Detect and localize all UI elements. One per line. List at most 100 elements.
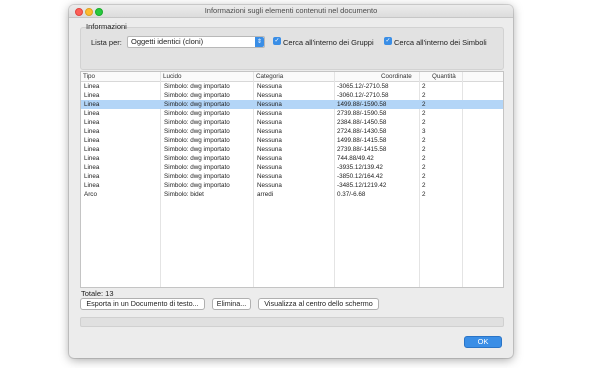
select-stepper-icon: ⇕ bbox=[255, 37, 264, 47]
cell-tipo: Linea bbox=[84, 146, 100, 153]
cell-lucido: Simbolo: dwg importato bbox=[164, 164, 230, 171]
col-header-coordinate[interactable]: Coordinate bbox=[381, 73, 412, 80]
cell-tipo: Linea bbox=[84, 119, 100, 126]
table-row[interactable]: Arco Simbolo: bidet arredi 0.37/-6.68 2 bbox=[81, 190, 503, 199]
cell-coordinate: -3060.12/-2710.58 bbox=[337, 92, 389, 99]
center-view-button[interactable]: Visualizza al centro dello schermo bbox=[258, 298, 379, 310]
cell-categoria: Nessuna bbox=[257, 92, 282, 99]
lista-per-select[interactable]: Oggetti identici (cloni) ⇕ bbox=[127, 36, 265, 48]
cell-tipo: Linea bbox=[84, 101, 100, 108]
cell-lucido: Simbolo: dwg importato bbox=[164, 137, 230, 144]
table-row[interactable]: Linea Simbolo: dwg importato Nessuna 2739.8… bbox=[81, 109, 503, 118]
table-row[interactable]: Linea Simbolo: dwg importato Nessuna 744.88… bbox=[81, 154, 503, 163]
cell-categoria: Nessuna bbox=[257, 101, 282, 108]
cell-categoria: Nessuna bbox=[257, 110, 282, 117]
export-text-button[interactable]: Esporta in un Documento di testo... bbox=[80, 298, 205, 310]
col-header-categoria[interactable]: Categoria bbox=[256, 73, 283, 80]
cell-tipo: Arco bbox=[84, 191, 97, 198]
table-row[interactable]: Linea Simbolo: dwg importato Nessuna -3850.… bbox=[81, 172, 503, 181]
info-group-box bbox=[80, 27, 504, 70]
cell-coordinate: 0.37/-6.68 bbox=[337, 191, 366, 198]
cell-categoria: Nessuna bbox=[257, 128, 282, 135]
progress-bar bbox=[80, 317, 504, 327]
cell-categoria: Nessuna bbox=[257, 146, 282, 153]
cell-quantita: 2 bbox=[422, 155, 426, 162]
cell-lucido: Simbolo: dwg importato bbox=[164, 83, 230, 90]
col-header-tipo[interactable]: Tipo bbox=[83, 73, 95, 80]
cell-quantita: 2 bbox=[422, 110, 426, 117]
cell-quantita: 2 bbox=[422, 137, 426, 144]
cell-coordinate: 2739.88/-1590.58 bbox=[337, 110, 387, 117]
table-row[interactable]: Linea Simbolo: dwg importato Nessuna 2384.8… bbox=[81, 118, 503, 127]
cell-categoria: Nessuna bbox=[257, 155, 282, 162]
table-row[interactable]: Linea Simbolo: dwg importato Nessuna -3485.… bbox=[81, 181, 503, 190]
cerca-simboli-label: Cerca all'interno dei Simboli bbox=[394, 38, 487, 47]
cell-quantita: 2 bbox=[422, 83, 426, 90]
cell-coordinate: 1499.88/-1415.58 bbox=[337, 137, 387, 144]
cell-tipo: Linea bbox=[84, 128, 100, 135]
cell-coordinate: 2724.88/-1430.58 bbox=[337, 128, 387, 135]
cell-categoria: Nessuna bbox=[257, 137, 282, 144]
cerca-gruppi-label: Cerca all'interno dei Gruppi bbox=[283, 38, 374, 47]
cerca-gruppi-checkbox[interactable]: ✓ bbox=[273, 37, 281, 45]
table-row[interactable]: Linea Simbolo: dwg importato Nessuna 1499.8… bbox=[81, 136, 503, 145]
cell-tipo: Linea bbox=[84, 83, 100, 90]
cerca-simboli-checkbox[interactable]: ✓ bbox=[384, 37, 392, 45]
cell-lucido: Simbolo: dwg importato bbox=[164, 110, 230, 117]
cell-categoria: Nessuna bbox=[257, 119, 282, 126]
dialog-window: Informazioni sugli elementi contenuti ne… bbox=[69, 5, 513, 358]
lista-per-label: Lista per: bbox=[91, 38, 122, 47]
delete-button[interactable]: Elimina... bbox=[212, 298, 251, 310]
cell-quantita: 2 bbox=[422, 119, 426, 126]
cell-tipo: Linea bbox=[84, 155, 100, 162]
elements-table[interactable]: Tipo Lucido Categoria Coordinate Quantit… bbox=[80, 71, 504, 288]
cell-categoria: Nessuna bbox=[257, 164, 282, 171]
table-row[interactable]: Linea Simbolo: dwg importato Nessuna 2739.8… bbox=[81, 145, 503, 154]
cell-tipo: Linea bbox=[84, 173, 100, 180]
cell-quantita: 2 bbox=[422, 182, 426, 189]
table-row[interactable]: Linea Simbolo: dwg importato Nessuna 1499.8… bbox=[81, 100, 503, 109]
cell-categoria: Nessuna bbox=[257, 173, 282, 180]
cell-categoria: arredi bbox=[257, 191, 274, 198]
cell-tipo: Linea bbox=[84, 137, 100, 144]
cell-lucido: Simbolo: dwg importato bbox=[164, 92, 230, 99]
cell-coordinate: 2384.88/-1450.58 bbox=[337, 119, 387, 126]
cell-lucido: Simbolo: dwg importato bbox=[164, 128, 230, 135]
cell-quantita: 2 bbox=[422, 173, 426, 180]
totale-label: Totale: 13 bbox=[81, 289, 114, 298]
ok-button[interactable]: OK bbox=[464, 336, 502, 348]
cell-tipo: Linea bbox=[84, 92, 100, 99]
cell-categoria: Nessuna bbox=[257, 182, 282, 189]
cell-coordinate: -3935.12/139.42 bbox=[337, 164, 383, 171]
cell-quantita: 2 bbox=[422, 164, 426, 171]
cell-coordinate: -3850.12/164.42 bbox=[337, 173, 383, 180]
cell-lucido: Simbolo: bidet bbox=[164, 191, 204, 198]
table-header: Tipo Lucido Categoria Coordinate Quantit… bbox=[81, 72, 503, 82]
cell-quantita: 2 bbox=[422, 92, 426, 99]
table-row[interactable]: Linea Simbolo: dwg importato Nessuna 2724.8… bbox=[81, 127, 503, 136]
cell-quantita: 3 bbox=[422, 128, 426, 135]
cell-lucido: Simbolo: dwg importato bbox=[164, 182, 230, 189]
col-header-quantita[interactable]: Quantità bbox=[432, 73, 456, 80]
cell-lucido: Simbolo: dwg importato bbox=[164, 146, 230, 153]
cell-lucido: Simbolo: dwg importato bbox=[164, 155, 230, 162]
cell-lucido: Simbolo: dwg importato bbox=[164, 119, 230, 126]
cell-tipo: Linea bbox=[84, 182, 100, 189]
window-title: Informazioni sugli elementi contenuti ne… bbox=[204, 6, 378, 15]
cell-coordinate: 744.88/49.42 bbox=[337, 155, 374, 162]
table-row[interactable]: Linea Simbolo: dwg importato Nessuna -3065.… bbox=[81, 82, 503, 91]
col-header-lucido[interactable]: Lucido bbox=[163, 73, 182, 80]
cell-quantita: 2 bbox=[422, 101, 426, 108]
cell-lucido: Simbolo: dwg importato bbox=[164, 173, 230, 180]
cell-coordinate: 2739.88/-1415.58 bbox=[337, 146, 387, 153]
cell-quantita: 2 bbox=[422, 191, 426, 198]
lista-per-value: Oggetti identici (cloni) bbox=[131, 37, 204, 46]
cell-tipo: Linea bbox=[84, 110, 100, 117]
cell-coordinate: -3065.12/-2710.58 bbox=[337, 83, 389, 90]
cell-quantita: 2 bbox=[422, 146, 426, 153]
table-row[interactable]: Linea Simbolo: dwg importato Nessuna -3060.… bbox=[81, 91, 503, 100]
cell-coordinate: -3485.12/1219.42 bbox=[337, 182, 387, 189]
cell-coordinate: 1499.88/-1590.58 bbox=[337, 101, 387, 108]
table-row[interactable]: Linea Simbolo: dwg importato Nessuna -3935.… bbox=[81, 163, 503, 172]
title-bar: Informazioni sugli elementi contenuti ne… bbox=[69, 5, 513, 18]
